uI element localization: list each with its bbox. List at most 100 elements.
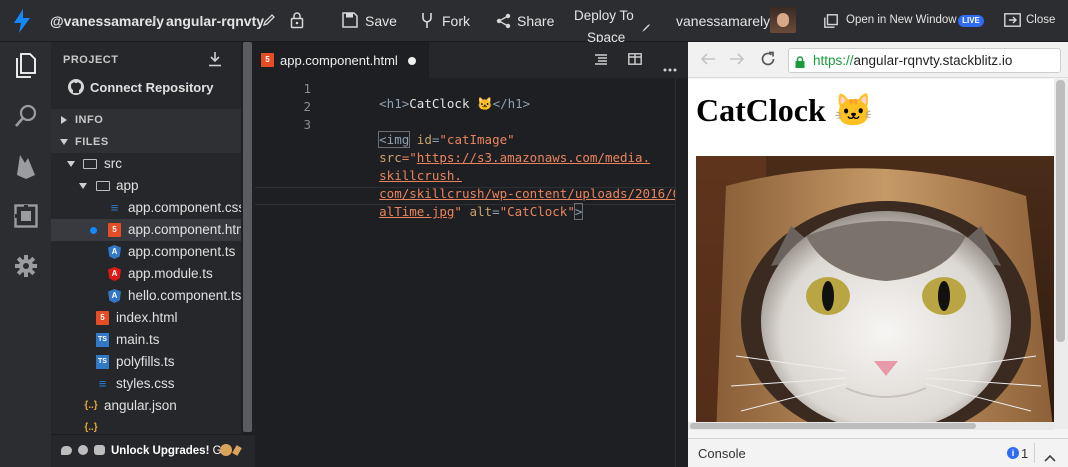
tree-file-styles-css[interactable]: ≡ styles.css [51, 373, 241, 395]
file-name: angular.json [104, 398, 177, 413]
code-token: <h1> [379, 96, 410, 111]
avatar[interactable] [770, 7, 796, 33]
angular-file-icon: A [108, 267, 121, 281]
json-file-icon: {..} [84, 422, 98, 433]
stackblitz-logo-icon[interactable] [14, 9, 30, 38]
tree-file-angular-json[interactable]: {..} angular.json [51, 395, 241, 417]
firebase-icon[interactable] [11, 151, 41, 181]
ts-file-icon: TS [96, 355, 109, 369]
files-icon[interactable] [11, 51, 41, 81]
preview-heading: CatClock 🐱 [696, 92, 874, 128]
cat-image [696, 156, 1054, 429]
extensions-icon[interactable] [11, 201, 41, 231]
external-window-icon [824, 14, 838, 33]
html-file-icon: 5 [261, 53, 274, 67]
promo-bar: Unlock Upgrades! Go [51, 434, 255, 467]
cat-image-drawing [696, 156, 1054, 429]
back-arrow-icon[interactable] [700, 52, 716, 71]
angular-ts-file-icon: A [108, 289, 121, 303]
preview-url-bar[interactable]: https://angular-rqnvty.stackblitz.io [788, 48, 1061, 73]
tree-file-app-component-ts[interactable]: A app.component.ts [51, 241, 241, 263]
twitter-icon[interactable] [61, 446, 72, 455]
save-icon [342, 12, 358, 33]
tree-file-polyfills-ts[interactable]: TS polyfills.ts [51, 351, 241, 373]
share-button[interactable]: Share [492, 0, 554, 42]
tree-file-index-html[interactable]: 5 index.html [51, 307, 241, 329]
file-name: app.component.ts [128, 244, 236, 259]
chevron-down-icon [60, 139, 68, 145]
file-explorer: PROJECT Connect Repository INFO FILES sr… [51, 42, 241, 467]
json-file-icon: {..} [84, 400, 98, 411]
fork-button[interactable]: Fork [416, 0, 472, 42]
lock-icon[interactable] [290, 11, 304, 34]
code-url-token[interactable]: alTime.jpg [379, 204, 454, 219]
preview-viewport[interactable]: CatClock 🐱 [688, 79, 1068, 429]
file-name: hello.component.ts [128, 288, 241, 303]
live-badge: LIVE [958, 15, 984, 27]
settings-icon[interactable] [11, 251, 41, 281]
project-header: PROJECT [63, 54, 119, 66]
info-count-icon: i [1007, 447, 1019, 459]
chevron-down-icon [67, 161, 75, 167]
edit-pencil-icon[interactable] [262, 13, 276, 32]
save-button[interactable]: Save [338, 0, 398, 42]
share-icon [496, 13, 511, 34]
path-separator: / [152, 13, 156, 29]
css-file-icon: ≡ [110, 200, 119, 215]
unlock-upgrades-link[interactable]: Unlock Upgrades! Go [111, 445, 228, 457]
sidebar-scrollbar-thumb[interactable] [243, 42, 252, 432]
preview-vertical-scrollbar-thumb[interactable] [1056, 80, 1065, 342]
rocket-small-icon [232, 445, 242, 456]
code-token: alt [469, 204, 493, 219]
connect-repository-button[interactable]: Connect Repository [51, 76, 241, 100]
file-name: app.module.ts [128, 266, 213, 281]
folder-icon [96, 181, 110, 191]
tree-file-hello-component-ts[interactable]: A hello.component.ts [51, 285, 241, 307]
download-icon[interactable] [208, 51, 222, 72]
search-icon[interactable] [11, 101, 41, 131]
discord-icon[interactable] [94, 445, 105, 455]
connect-repository-label: Connect Repository [90, 80, 214, 95]
github-small-icon[interactable] [78, 445, 88, 455]
activity-bar [0, 42, 51, 467]
file-name: styles.css [116, 376, 175, 391]
top-bar: @vanessamarely / angular-rqnvty Save For… [0, 0, 1068, 45]
line-number: 1 [303, 81, 311, 96]
file-name: polyfills.ts [116, 354, 175, 369]
console-bar[interactable]: Console i 1 [688, 438, 1068, 467]
forward-arrow-icon[interactable] [729, 52, 745, 71]
secure-lock-icon [795, 55, 805, 73]
info-label: INFO [75, 114, 104, 126]
project-name[interactable]: angular-rqnvty [166, 13, 264, 29]
tree-file-app-module-ts[interactable]: A app.module.ts [51, 263, 241, 285]
tree-file-app-component-css[interactable]: ≡ app.component.css [51, 197, 241, 219]
modified-dot-icon [90, 227, 97, 234]
editor-scrollbar[interactable] [675, 78, 688, 467]
tree-folder-app[interactable]: app [51, 175, 241, 197]
preview-horizontal-scrollbar-thumb[interactable] [690, 423, 976, 429]
files-section-header[interactable]: FILES [51, 131, 241, 153]
tree-folder-src[interactable]: src [51, 153, 241, 175]
unlock-upgrades-label: Unlock Upgrades! [111, 445, 210, 457]
open-new-window-label: Open in New Window [846, 14, 957, 26]
code-text-area[interactable]: <h1>CatClock 🐱</h1> <img id="catImage" s… [334, 42, 725, 462]
refresh-icon[interactable] [760, 51, 776, 72]
username[interactable]: vanessamarely [676, 13, 770, 29]
fork-label: Fork [442, 13, 470, 29]
tree-file-app-component-html[interactable]: 5 app.component.htm [51, 219, 241, 241]
divider [1034, 443, 1035, 463]
info-section-header[interactable]: INFO [51, 109, 241, 131]
share-label: Share [517, 13, 555, 29]
chevron-up-icon[interactable] [1044, 449, 1056, 467]
close-preview-button[interactable]: Close [1000, 0, 1066, 42]
folder-icon [83, 159, 97, 169]
github-icon [68, 79, 84, 95]
files-label: FILES [75, 136, 109, 148]
code-token: > [573, 203, 584, 220]
owner-link[interactable]: @vanessamarely [50, 13, 164, 29]
chevron-right-icon [61, 116, 67, 124]
html-file-icon: 5 [108, 223, 121, 237]
tree-file-main-ts[interactable]: TS main.ts [51, 329, 241, 351]
deploy-to-space-button[interactable]: Deploy To Space [570, 0, 658, 46]
code-line-3e: alTime.jpg" alt="CatClock"> [379, 203, 584, 220]
